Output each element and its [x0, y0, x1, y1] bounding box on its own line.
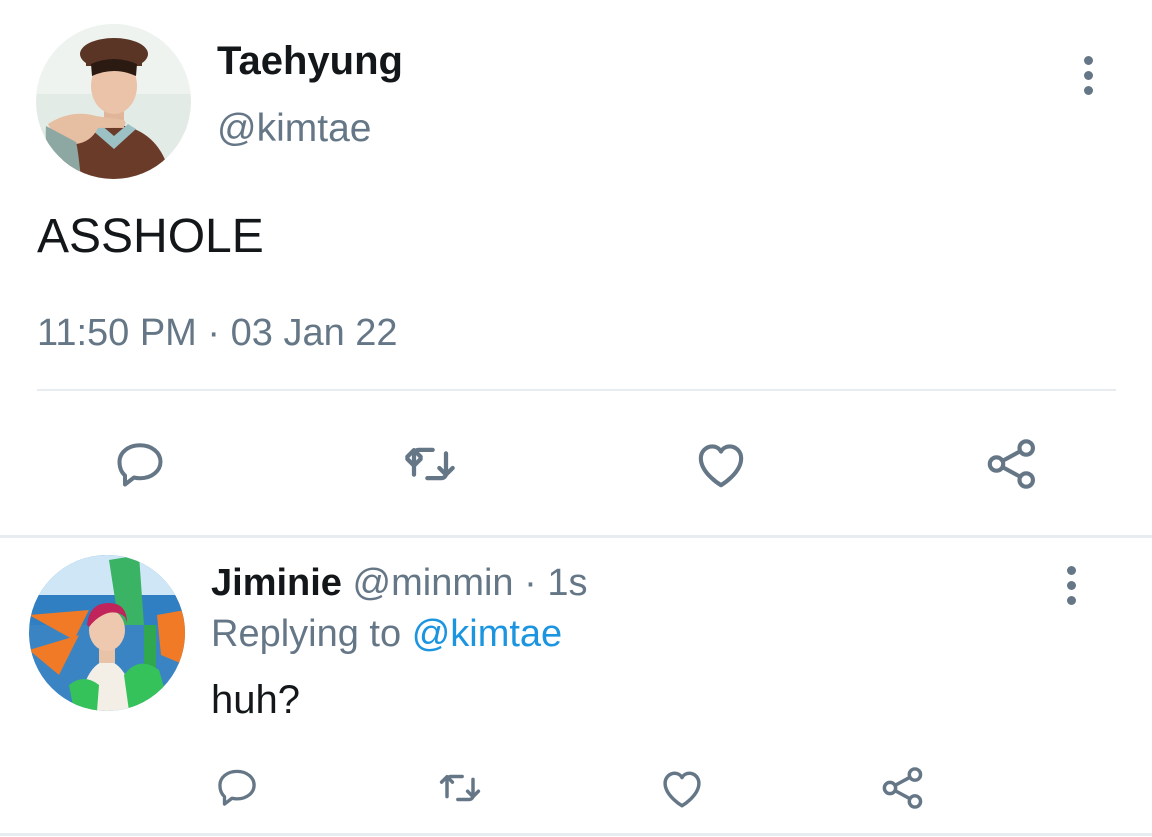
tweet-display-name[interactable]: Taehyung	[217, 38, 403, 84]
reply-header: Jiminie @minmin · 1s	[211, 560, 587, 606]
reply-reply-icon[interactable]	[212, 762, 262, 812]
reply-separator: ·	[524, 562, 537, 604]
reply-context: Replying to @kimtae	[211, 611, 562, 657]
tweet-text: ASSHOLE	[37, 210, 264, 263]
reply-display-name[interactable]: Jiminie	[211, 562, 342, 604]
reply-handle[interactable]: @minmin	[353, 562, 514, 604]
tweet-avatar[interactable]	[36, 24, 191, 179]
section-divider	[0, 535, 1152, 538]
tweet-more-icon[interactable]	[1078, 56, 1098, 95]
reply-like-icon[interactable]	[656, 762, 708, 814]
tweet-separator: ·	[207, 312, 221, 354]
replying-to-handle[interactable]: @kimtae	[412, 613, 563, 655]
tweet-divider	[37, 389, 1116, 391]
reply-more-icon[interactable]	[1061, 566, 1081, 605]
reply-icon[interactable]	[108, 432, 172, 496]
share-icon[interactable]	[980, 432, 1044, 496]
tweet-date: 03 Jan 22	[230, 312, 398, 354]
retweet-icon[interactable]	[398, 432, 462, 496]
reply-share-icon[interactable]	[877, 762, 929, 814]
bottom-divider	[0, 833, 1152, 836]
tweet-timestamp: 11:50 PM · 03 Jan 22	[37, 310, 398, 356]
like-icon[interactable]	[689, 432, 753, 496]
reply-retweet-icon[interactable]	[434, 762, 486, 814]
reply-age: 1s	[547, 562, 588, 604]
reply-avatar[interactable]	[29, 555, 185, 711]
tweet-time: 11:50 PM	[37, 312, 197, 354]
replying-to-label: Replying to	[211, 613, 402, 655]
reply-text: huh?	[211, 678, 300, 722]
tweet-handle[interactable]: @kimtae	[217, 106, 371, 152]
